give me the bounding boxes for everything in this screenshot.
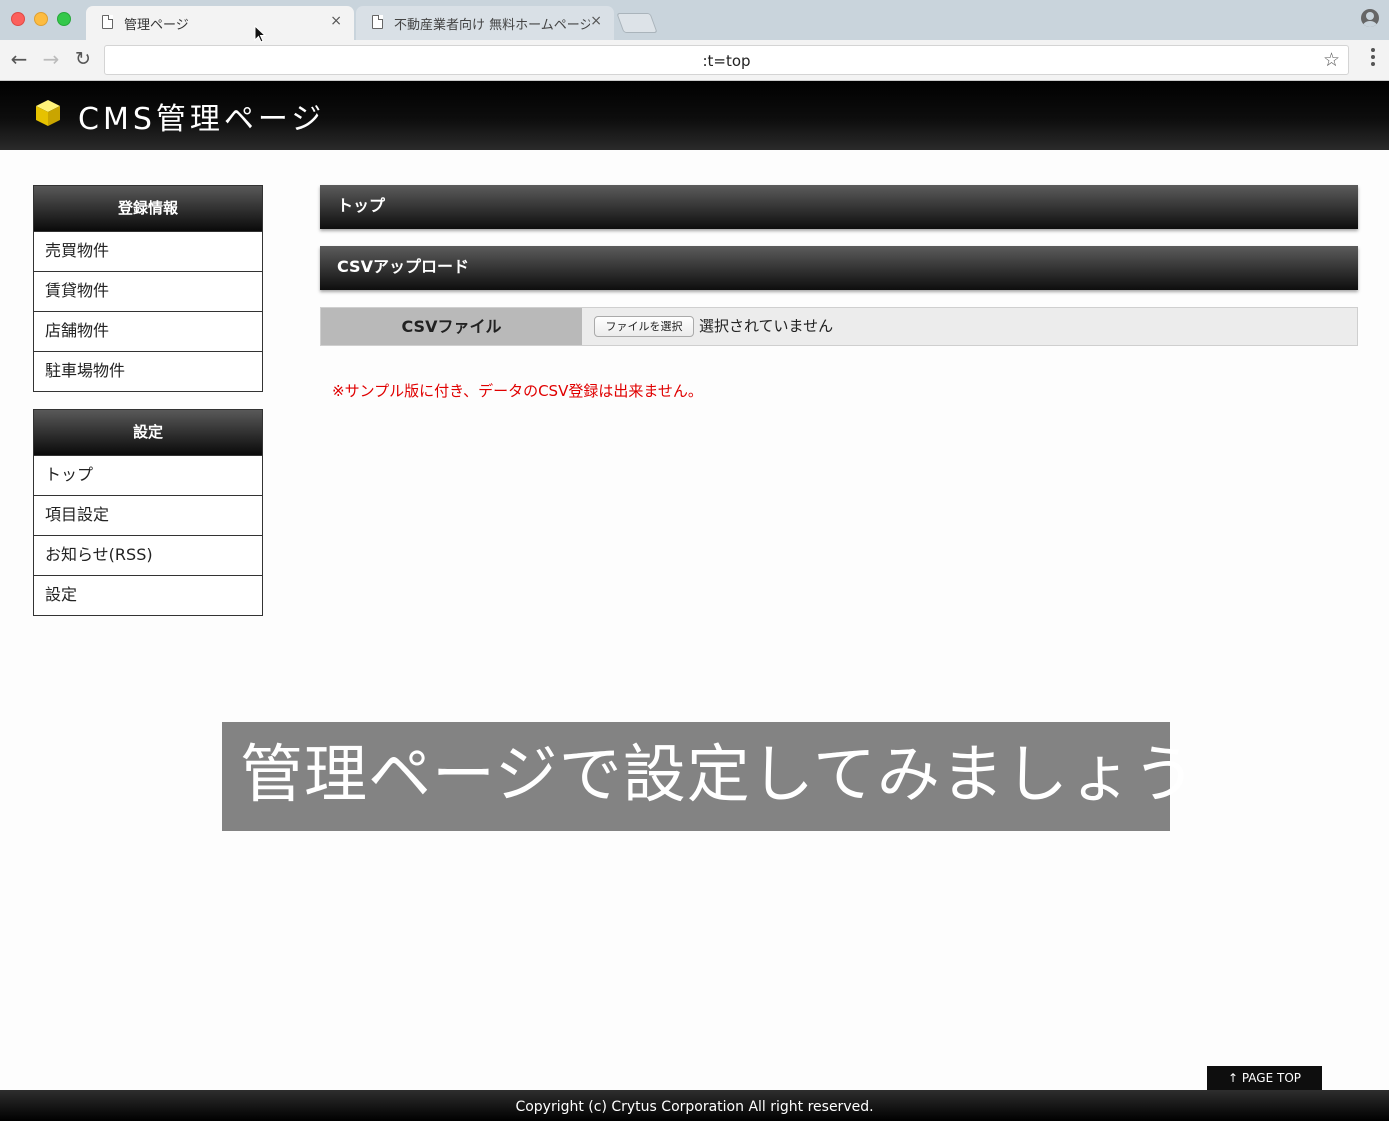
maximize-window-button[interactable]: [57, 12, 71, 26]
forward-arrow-icon[interactable]: →: [40, 48, 62, 70]
document-icon: [372, 15, 383, 29]
tab-homepage[interactable]: 不動産業者向け 無料ホームページ ×: [356, 6, 614, 40]
cms-header: CMS管理ページ: [0, 81, 1389, 150]
page-top-button[interactable]: ↑ PAGE TOP: [1207, 1066, 1322, 1090]
sidebar-item-sales[interactable]: 売買物件: [34, 231, 262, 271]
back-arrow-icon[interactable]: ←: [8, 48, 30, 70]
tab-title: 不動産業者向け 無料ホームページ: [394, 18, 590, 33]
close-icon[interactable]: ×: [590, 13, 602, 29]
sidebar-heading: 登録情報: [34, 186, 262, 231]
url-text: :t=top: [702, 52, 751, 70]
sidebar-registration: 登録情報 売買物件 賃貸物件 店舗物件 駐車場物件: [33, 185, 263, 392]
browser-toolbar: ← → ↻ :t=top ☆: [0, 40, 1389, 81]
file-status-text: 選択されていません: [699, 317, 834, 335]
sidebar-item-field-settings[interactable]: 項目設定: [34, 495, 262, 535]
document-icon: [102, 15, 113, 29]
choose-file-button[interactable]: ファイルを選択: [594, 316, 694, 337]
new-tab-button[interactable]: [616, 13, 658, 33]
sidebar-heading: 設定: [34, 410, 262, 455]
tab-admin-page[interactable]: 管理ページ ×: [86, 6, 354, 40]
page-title: CMS管理ページ: [78, 102, 326, 137]
sample-notice: ※サンプル版に付き、データのCSV登録は出来ません。: [332, 382, 703, 400]
mouse-cursor-icon: [254, 25, 267, 43]
sidebar-item-parking[interactable]: 駐車場物件: [34, 351, 262, 391]
profile-icon[interactable]: [1361, 9, 1379, 27]
tab-title: 管理ページ: [124, 18, 189, 33]
reload-icon[interactable]: ↻: [72, 48, 94, 70]
sidebar-item-rental[interactable]: 賃貸物件: [34, 271, 262, 311]
address-bar[interactable]: :t=top ☆: [104, 45, 1349, 75]
sidebar-settings: 設定 トップ 項目設定 お知らせ(RSS) 設定: [33, 409, 263, 616]
more-menu-icon[interactable]: [1371, 48, 1375, 66]
sidebar-item-news-rss[interactable]: お知らせ(RSS): [34, 535, 262, 575]
cube-logo-icon: [36, 100, 60, 126]
close-window-button[interactable]: [11, 12, 25, 26]
csv-file-row: CSVファイル ファイルを選択 選択されていません: [320, 307, 1358, 346]
browser-tab-strip: 管理ページ × 不動産業者向け 無料ホームページ ×: [0, 0, 1389, 40]
section-heading-top: トップ: [320, 185, 1358, 229]
sidebar-item-settings[interactable]: 設定: [34, 575, 262, 615]
minimize-window-button[interactable]: [34, 12, 48, 26]
csv-file-label: CSVファイル: [321, 308, 582, 345]
section-heading-csv-upload: CSVアップロード: [320, 246, 1358, 290]
bookmark-star-icon[interactable]: ☆: [1323, 49, 1340, 71]
footer-copyright: Copyright (c) Crytus Corporation All rig…: [0, 1090, 1389, 1121]
sidebar-item-store[interactable]: 店舗物件: [34, 311, 262, 351]
video-caption: 管理ページで設定してみましょう: [222, 722, 1196, 831]
sidebar-item-top[interactable]: トップ: [34, 455, 262, 495]
close-icon[interactable]: ×: [330, 13, 342, 29]
